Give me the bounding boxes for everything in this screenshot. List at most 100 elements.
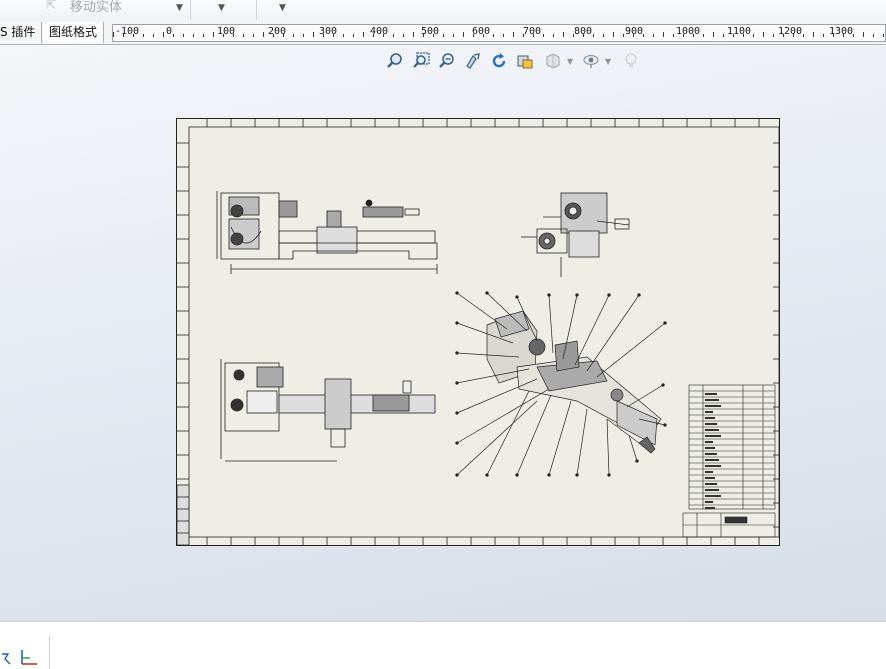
dropdown-caret-icon[interactable]: ▼ xyxy=(279,3,286,13)
ruler-tick xyxy=(523,34,524,37)
toolbar-separator xyxy=(256,0,257,20)
bom-text xyxy=(705,477,715,479)
ruler-tick xyxy=(433,34,434,37)
ruler-tick xyxy=(173,34,174,37)
ruler-tick xyxy=(703,34,704,37)
ruler-tick xyxy=(403,34,404,37)
display-style-icon[interactable] xyxy=(514,50,536,72)
bom-text xyxy=(705,393,717,395)
ruler-tick xyxy=(493,34,494,37)
bom-text xyxy=(705,429,719,431)
ruler-tick xyxy=(113,32,114,37)
ruler-tick xyxy=(603,34,604,37)
ruler-tick xyxy=(673,34,674,37)
balloon-dot xyxy=(455,441,459,445)
pan-icon[interactable] xyxy=(462,50,484,72)
balloon-leader xyxy=(548,400,572,476)
command-toolbar: ⇱ 移动实体 ▼ ▼ ▼ xyxy=(0,0,886,23)
ruler-tick xyxy=(483,34,484,37)
drawing-sheet[interactable] xyxy=(176,118,780,546)
hide-show-items-icon[interactable] xyxy=(580,50,602,72)
ruler-tick xyxy=(613,32,614,37)
balloon-dot xyxy=(455,381,459,385)
tab-plugins[interactable]: S 插件 xyxy=(0,22,43,43)
ruler-tick xyxy=(353,34,354,37)
bom-text xyxy=(705,471,713,473)
ruler-tick xyxy=(513,32,514,37)
ruler-tick xyxy=(273,34,274,37)
ruler-tick xyxy=(833,34,834,37)
balloon-leader xyxy=(516,394,552,476)
drawing-content xyxy=(176,119,780,546)
zoom-to-area-icon[interactable] xyxy=(410,50,432,72)
balloon-dot xyxy=(575,473,579,477)
ruler-tick xyxy=(573,34,574,37)
zoom-to-fit-icon[interactable] xyxy=(384,50,406,72)
balloon-leader xyxy=(456,292,508,330)
bom-text xyxy=(705,399,719,401)
bom-text xyxy=(705,507,715,509)
title-block xyxy=(682,512,776,538)
bom-text xyxy=(705,483,717,485)
ruler-tick xyxy=(503,34,504,37)
tab-sheet-format[interactable]: 图纸格式 xyxy=(43,22,105,43)
sketch-relations-icon[interactable] xyxy=(0,652,12,666)
ruler-tick xyxy=(323,34,324,37)
ruler-tick xyxy=(223,34,224,37)
chevron-down-icon[interactable]: ▼ xyxy=(567,57,573,66)
ruler-tick xyxy=(363,32,364,37)
ruler-tick xyxy=(843,34,844,37)
balloon-leader xyxy=(586,294,640,372)
ruler-label: 1000 xyxy=(676,26,701,37)
bom-text xyxy=(705,465,721,467)
ruler-tick xyxy=(533,34,534,37)
ruler-tick xyxy=(713,32,714,37)
move-entity-label[interactable]: 移动实体 xyxy=(70,0,122,15)
coordinate-axes-icon[interactable] xyxy=(19,649,39,667)
ruler-tick xyxy=(383,34,384,37)
balloon-dot xyxy=(637,293,641,297)
side-view xyxy=(521,192,630,277)
balloon-dot xyxy=(607,473,611,477)
ruler-tick xyxy=(543,34,544,37)
balloon-leader xyxy=(456,378,538,414)
zoom-in-out-icon[interactable] xyxy=(436,50,458,72)
view-orientation-icon[interactable] xyxy=(542,50,564,72)
chevron-down-icon[interactable]: ▼ xyxy=(605,57,611,66)
balloon-dot xyxy=(547,293,551,297)
ruler-tick xyxy=(453,34,454,37)
isometric-view xyxy=(455,291,667,477)
ruler-tick xyxy=(293,34,294,37)
ruler-tick xyxy=(393,34,394,37)
bom-text xyxy=(705,447,715,449)
ruler-tick xyxy=(783,34,784,37)
move-entity-icon[interactable]: ⇱ xyxy=(46,0,64,12)
ruler-tick xyxy=(653,34,654,37)
ruler-tick xyxy=(423,34,424,37)
ruler-tick xyxy=(823,34,824,37)
rotate-icon[interactable] xyxy=(488,50,510,72)
ruler-tick xyxy=(243,34,244,37)
ruler-tick xyxy=(873,34,874,37)
balloon-dot xyxy=(663,423,667,427)
ruler-tick xyxy=(643,34,644,37)
lighting-icon[interactable] xyxy=(620,50,642,72)
ruler-tick xyxy=(283,34,284,37)
ruler-tick xyxy=(233,34,234,37)
balloon-leader xyxy=(576,408,588,476)
ruler-tick xyxy=(333,34,334,37)
dropdown-caret-icon[interactable]: ▼ xyxy=(218,3,225,13)
ruler-tick xyxy=(683,34,684,37)
ruler-tick xyxy=(793,34,794,37)
balloon-dot xyxy=(515,295,519,299)
balloon-leader xyxy=(606,418,610,476)
balloon-dot xyxy=(455,321,459,325)
ruler-label: -100 xyxy=(115,26,140,37)
balloon-leader xyxy=(548,294,554,354)
balloon-leader xyxy=(456,388,550,444)
ruler-tick xyxy=(213,32,214,37)
ruler-tick xyxy=(553,34,554,37)
ruler-tick xyxy=(123,34,124,37)
dropdown-caret-icon[interactable]: ▼ xyxy=(176,3,183,13)
bom-text xyxy=(705,459,719,461)
